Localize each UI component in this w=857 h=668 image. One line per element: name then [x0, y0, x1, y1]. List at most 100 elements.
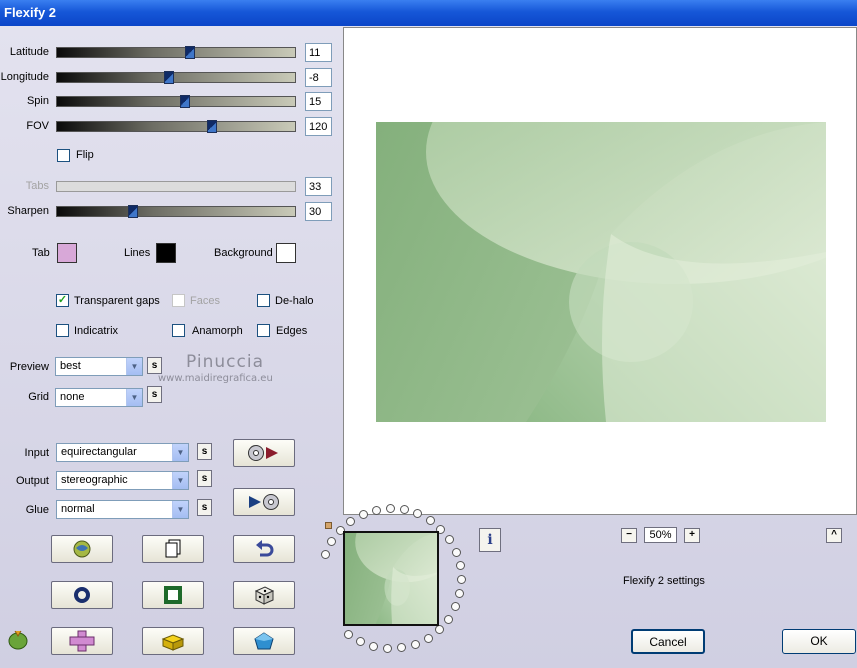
zoom-in-button[interactable]: + [684, 528, 700, 543]
navigator-thumbnail[interactable] [343, 502, 458, 626]
dial-dot [451, 602, 460, 611]
tabs-label: Tabs [25, 180, 49, 192]
anamorph-label: Anamorph [192, 325, 243, 337]
random-dice-button[interactable] [233, 581, 295, 609]
preview-select[interactable]: best ▼ [55, 357, 143, 376]
ok-button[interactable]: OK [782, 629, 856, 654]
edges-checkbox[interactable] [257, 324, 270, 337]
undo-arrow-icon [256, 540, 274, 557]
input-select[interactable]: equirectangular ▼ [56, 443, 189, 462]
undo-button[interactable] [233, 535, 295, 563]
indicatrix-checkbox[interactable] [56, 324, 69, 337]
dial-dot [386, 504, 395, 513]
chevron-down-icon: ▼ [172, 472, 188, 489]
grid-s-button[interactable]: s [147, 386, 162, 403]
chevron-down-icon: ▼ [172, 501, 188, 518]
dial-dot [321, 550, 330, 559]
preview-select-value: best [60, 360, 81, 372]
tabs-slider[interactable] [56, 181, 296, 192]
grid-label: Grid [28, 391, 49, 403]
dial-dot [452, 548, 461, 557]
fov-value-input[interactable]: 120 [305, 117, 332, 136]
dial-dot [346, 517, 355, 526]
thumbnail-image [345, 502, 458, 624]
navigator-handle[interactable] [325, 522, 332, 529]
dialog-client: Latitude 11 Longitude -8 Spin 15 FOV 120 Tabs 33 S… [0, 26, 857, 668]
zoom-out-button[interactable]: − [621, 528, 637, 543]
fov-slider-thumb[interactable] [207, 120, 217, 133]
dial-dot [383, 644, 392, 653]
input-file-button[interactable] [233, 439, 295, 467]
dial-dot [445, 535, 454, 544]
glue-select-value: normal [61, 503, 95, 515]
tab-color-swatch[interactable] [57, 243, 77, 263]
tab-color-label: Tab [32, 247, 50, 259]
square-frame-icon [164, 586, 182, 604]
polyhedron-shape-button[interactable] [233, 627, 295, 655]
edges-label: Edges [276, 325, 308, 337]
longitude-slider-thumb[interactable] [164, 71, 174, 84]
plugin-logo-icon [6, 627, 30, 654]
expand-up-button[interactable]: ^ [826, 528, 842, 543]
dial-dot [455, 589, 464, 598]
longitude-value-input[interactable]: -8 [305, 68, 332, 87]
faces-label: Faces [190, 295, 220, 307]
latitude-slider-thumb[interactable] [185, 46, 195, 59]
cross-shape-button[interactable] [51, 627, 113, 655]
dial-dot [411, 640, 420, 649]
grid-select[interactable]: none ▼ [55, 388, 143, 407]
tabs-value-input[interactable]: 33 [305, 177, 332, 196]
glue-s-button[interactable]: s [197, 499, 212, 516]
output-file-button[interactable] [233, 488, 295, 516]
dial-dot [372, 506, 381, 515]
dial-dot [444, 615, 453, 624]
lego-brick-icon [161, 634, 185, 651]
background-color-swatch[interactable] [276, 243, 296, 263]
main-preview-pane[interactable] [343, 27, 857, 515]
sharpen-value-input[interactable]: 30 [305, 202, 332, 221]
glue-select[interactable]: normal ▼ [56, 500, 189, 519]
dial-dot [344, 630, 353, 639]
flip-checkbox[interactable] [57, 149, 70, 162]
de-halo-label: De-halo [275, 295, 314, 307]
input-s-button[interactable]: s [197, 443, 212, 460]
input-select-value: equirectangular [61, 446, 137, 458]
transparent-gaps-checkbox[interactable]: ✓ [56, 294, 69, 307]
copy-button[interactable] [142, 535, 204, 563]
spin-value-input[interactable]: 15 [305, 92, 332, 111]
square-shape-button[interactable] [142, 581, 204, 609]
chevron-down-icon: ▼ [126, 389, 142, 406]
lines-color-swatch[interactable] [156, 243, 176, 263]
preview-image [376, 122, 826, 422]
spin-slider-thumb[interactable] [180, 95, 190, 108]
cube-shape-button[interactable] [142, 627, 204, 655]
dial-dot [397, 643, 406, 652]
output-select[interactable]: stereographic ▼ [56, 471, 189, 490]
circle-shape-button[interactable] [51, 581, 113, 609]
output-s-button[interactable]: s [197, 470, 212, 487]
de-halo-checkbox[interactable] [257, 294, 270, 307]
info-button[interactable]: i [479, 528, 501, 552]
anamorph-checkbox[interactable] [172, 324, 185, 337]
fov-label: FOV [26, 120, 49, 132]
pages-icon [165, 539, 181, 558]
dial-dot [456, 561, 465, 570]
globe-icon [73, 540, 91, 558]
latitude-value-input[interactable]: 11 [305, 43, 332, 62]
randomize-globe-button[interactable] [51, 535, 113, 563]
zoom-level: 50% [644, 527, 677, 543]
cancel-button[interactable]: Cancel [631, 629, 705, 654]
fov-slider[interactable] [56, 120, 296, 133]
sharpen-slider-thumb[interactable] [128, 205, 138, 218]
preview-s-button[interactable]: s [147, 357, 162, 374]
longitude-slider[interactable] [56, 71, 296, 84]
faces-checkbox[interactable] [172, 294, 185, 307]
chevron-down-icon: ▼ [172, 444, 188, 461]
dial-dot [359, 510, 368, 519]
latitude-slider[interactable] [56, 46, 296, 59]
dial-dot [413, 509, 422, 518]
background-color-label: Background [214, 247, 273, 259]
spin-slider[interactable] [56, 95, 296, 108]
lines-color-label: Lines [124, 247, 151, 259]
sharpen-slider[interactable] [56, 205, 296, 218]
